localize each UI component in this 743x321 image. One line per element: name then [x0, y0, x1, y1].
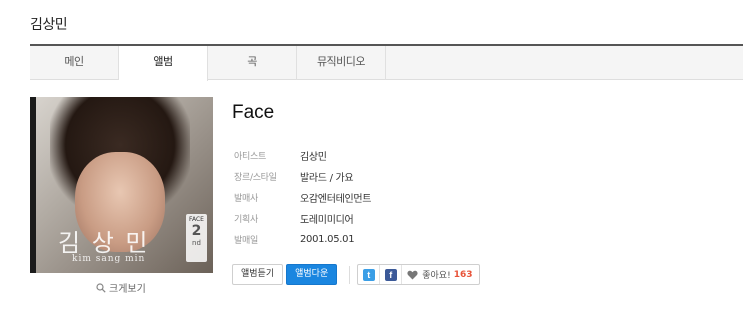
info-row-release-date: 발매일 2001.05.01: [234, 229, 371, 250]
heart-icon: [407, 270, 418, 280]
share-like-group: t f 좋아요! 163: [357, 264, 480, 285]
artist-name-title: 김상민: [30, 17, 68, 33]
album-info-list: 아티스트 김상민 장르/스타일 발라드 / 가요 발매사 오감엔터테인먼트 기획…: [234, 145, 372, 250]
tab-music-video[interactable]: 뮤직비디오: [297, 46, 386, 80]
info-label: 기획사: [234, 215, 258, 225]
zoom-label: 크게보기: [109, 284, 146, 295]
album-actions: 앨범듣기 앨범다운 t f 좋아요! 163: [232, 264, 480, 285]
cover-badge: FACE 2 nd: [186, 214, 207, 262]
info-row-artist: 아티스트 김상민: [234, 145, 371, 166]
info-value-publisher: 오감엔터테인먼트: [300, 194, 372, 205]
like-label: 좋아요!: [422, 271, 451, 281]
album-title: Face: [232, 102, 275, 123]
album-cover-image[interactable]: 김 상 민 kim sang min FACE 2 nd: [30, 97, 213, 273]
tab-songs[interactable]: 곡: [208, 46, 297, 80]
share-facebook-button[interactable]: f: [380, 265, 403, 284]
info-row-agency: 기획사 도레미미디어: [234, 208, 371, 229]
download-album-button[interactable]: 앨범다운: [286, 264, 338, 285]
album-tab-bar: 메인 앨범 곡 뮤직비디오: [30, 44, 743, 81]
like-count: 163: [453, 269, 473, 280]
cover-artist-text: 김 상 민: [58, 229, 150, 257]
cover-roman-text: kim sang min: [72, 254, 146, 264]
info-value-release-date: 2001.05.01: [300, 234, 355, 245]
info-value-genre: 발라드 / 가요: [300, 173, 354, 184]
tab-album[interactable]: 앨범: [119, 46, 208, 81]
info-value-agency: 도레미미디어: [300, 215, 354, 226]
info-label: 발매사: [234, 194, 258, 204]
cover-badge-title: FACE: [189, 216, 204, 223]
info-row-genre: 장르/스타일 발라드 / 가요: [234, 166, 371, 187]
listen-album-button[interactable]: 앨범듣기: [232, 264, 284, 285]
cover-badge-suffix: nd: [192, 239, 201, 247]
zoom-cover-link[interactable]: 크게보기: [96, 280, 146, 295]
info-label: 장르/스타일: [234, 173, 277, 183]
tab-main[interactable]: 메인: [30, 46, 119, 80]
cover-spine: [30, 97, 36, 273]
tab-bar-filler: [386, 46, 743, 79]
info-row-publisher: 발매사 오감엔터테인먼트: [234, 187, 372, 208]
facebook-icon: f: [384, 268, 397, 281]
info-label: 발매일: [234, 236, 258, 246]
info-label: 아티스트: [234, 152, 266, 162]
actions-divider: [349, 265, 351, 284]
search-icon: [96, 282, 106, 293]
twitter-icon: t: [362, 268, 375, 281]
info-value-artist[interactable]: 김상민: [300, 148, 327, 163]
like-button[interactable]: 좋아요! 163: [402, 265, 478, 284]
share-twitter-button[interactable]: t: [358, 265, 381, 284]
cover-badge-number: 2: [191, 223, 202, 239]
